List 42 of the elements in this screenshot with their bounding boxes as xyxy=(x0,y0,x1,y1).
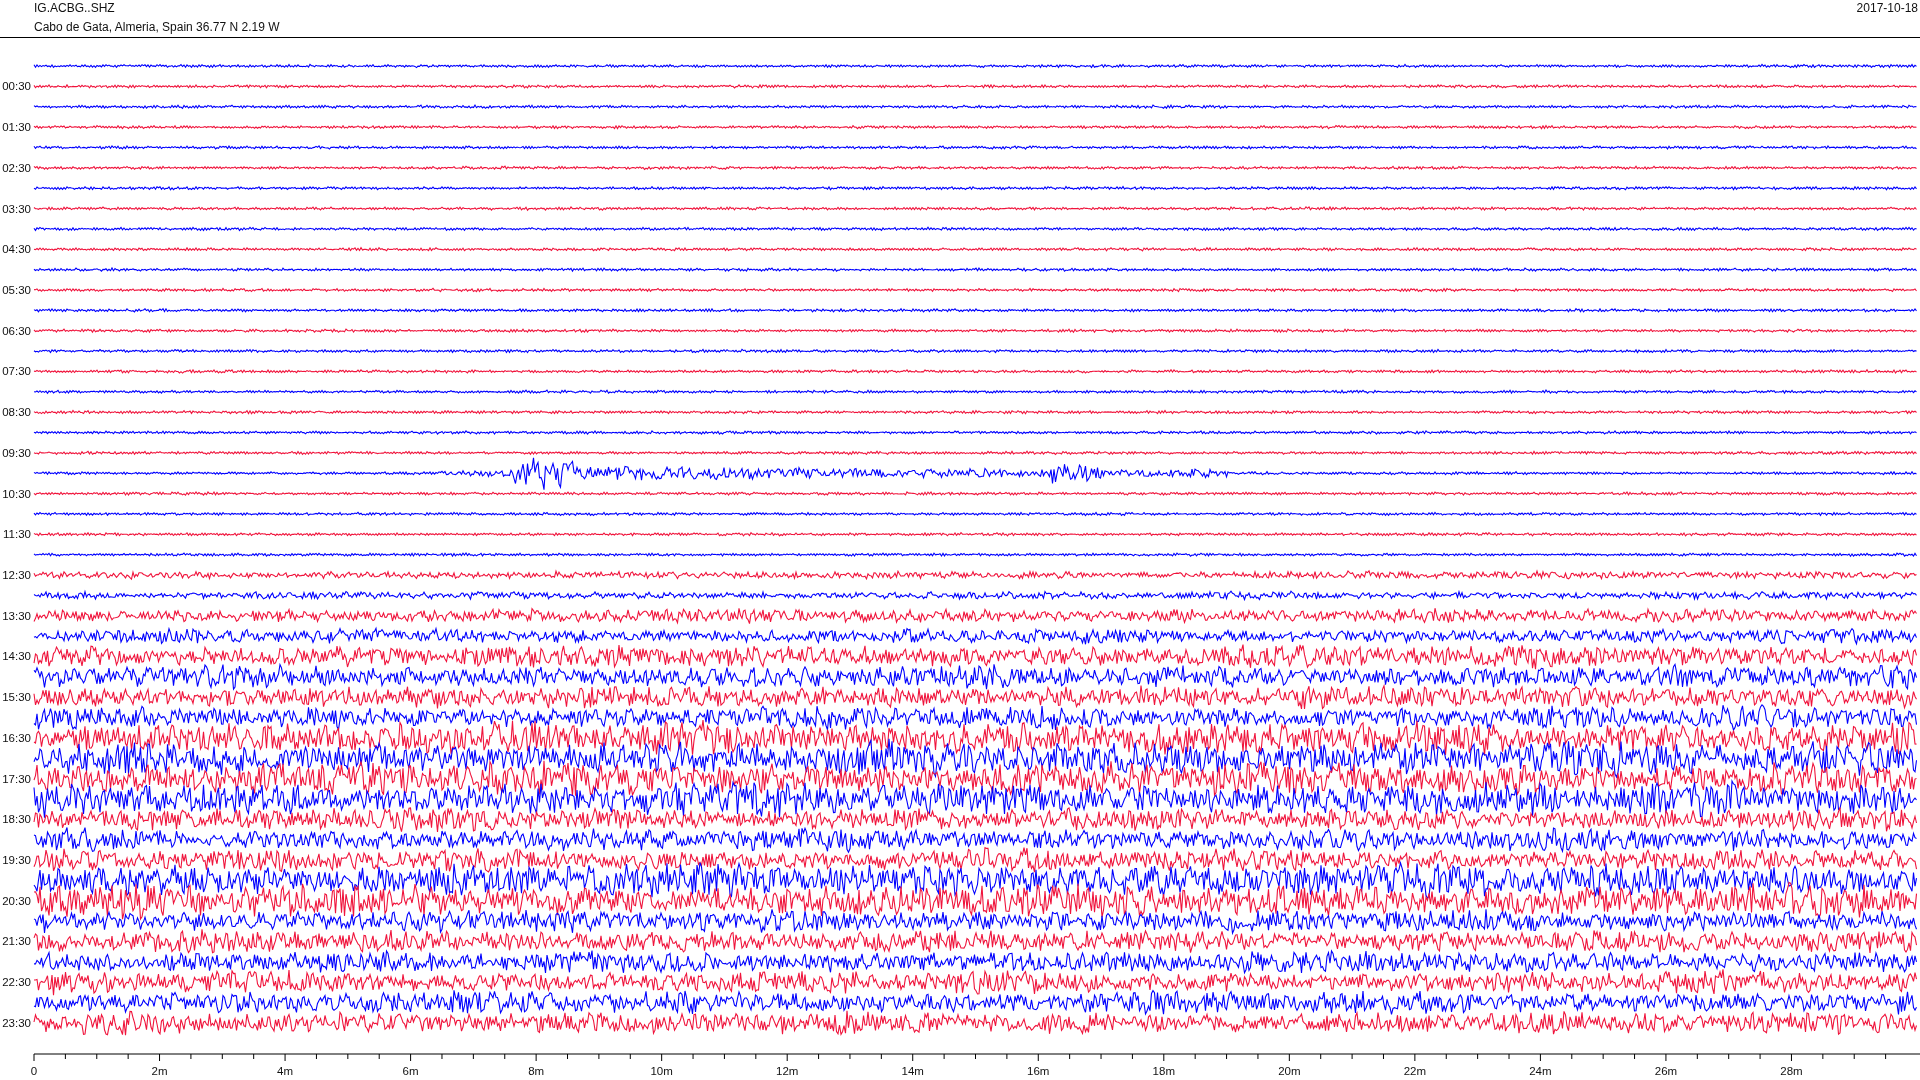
axis-tick-label: 8m xyxy=(528,1065,545,1077)
time-label: 02:30 xyxy=(2,161,31,174)
time-label: 07:30 xyxy=(2,365,31,378)
station-title: IG.ACBG..SHZ xyxy=(34,1,116,15)
axis-tick-label: 4m xyxy=(277,1065,294,1077)
time-label: 21:30 xyxy=(2,935,31,948)
axis-tick-label: 14m xyxy=(901,1065,924,1077)
time-label: 14:30 xyxy=(2,650,31,663)
axis-tick-label: 10m xyxy=(650,1065,673,1077)
time-label: 17:30 xyxy=(2,772,31,785)
time-label: 06:30 xyxy=(2,324,31,337)
time-label: 03:30 xyxy=(2,202,31,215)
time-label: 05:30 xyxy=(2,283,31,296)
time-label: 00:30 xyxy=(2,80,31,93)
axis-tick-label: 12m xyxy=(776,1065,799,1077)
axis-tick-label: 28m xyxy=(1780,1065,1803,1077)
time-label: 01:30 xyxy=(2,121,31,134)
axis-tick-label: 22m xyxy=(1403,1065,1427,1077)
time-label: 08:30 xyxy=(2,406,31,419)
time-label: 18:30 xyxy=(2,813,31,826)
time-label: 15:30 xyxy=(2,691,31,704)
time-label: 04:30 xyxy=(2,243,31,256)
time-label: 09:30 xyxy=(2,446,31,459)
axis-tick-label: 16m xyxy=(1027,1065,1050,1077)
axis-tick-label: 24m xyxy=(1529,1065,1552,1077)
station-location: Cabo de Gata, Almeria, Spain 36.77 N 2.19 W xyxy=(34,20,280,34)
axis-tick-label: 2m xyxy=(151,1065,168,1077)
axis-tick-label: 26m xyxy=(1654,1065,1678,1077)
time-label: 20:30 xyxy=(2,894,31,907)
axis-tick-label: 20m xyxy=(1278,1065,1301,1077)
time-label: 10:30 xyxy=(2,487,31,500)
time-label: 12:30 xyxy=(2,569,31,581)
axis-tick-label: 0 xyxy=(30,1065,38,1077)
date-label: 2017-10-18 xyxy=(1856,0,1918,17)
time-label: 19:30 xyxy=(2,854,31,867)
time-label: 23:30 xyxy=(2,1016,31,1029)
axis-tick-label: 18m xyxy=(1152,1065,1175,1077)
time-label: 22:30 xyxy=(2,976,31,989)
time-label: 16:30 xyxy=(2,731,31,744)
time-label: 13:30 xyxy=(2,609,31,622)
axis-tick-label: 6m xyxy=(402,1065,419,1077)
time-label: 11:30 xyxy=(3,528,31,541)
